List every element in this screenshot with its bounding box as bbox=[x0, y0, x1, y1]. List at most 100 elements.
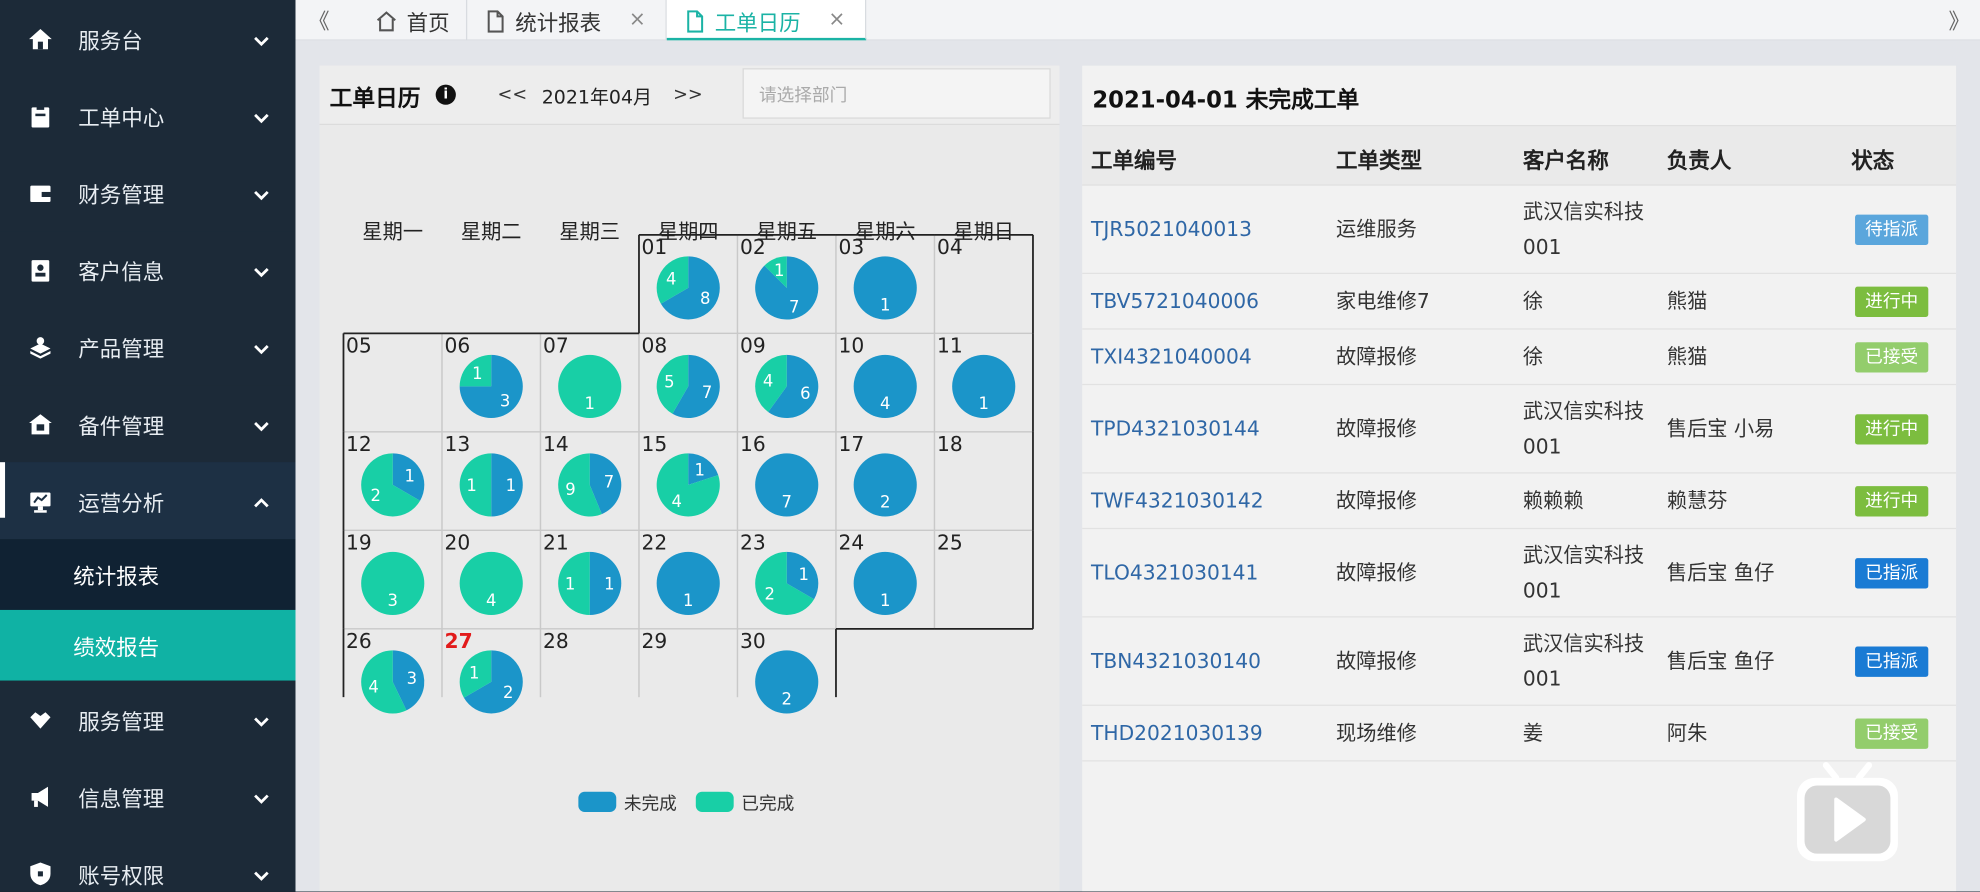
work-order-id-link[interactable]: TLO4321030141 bbox=[1091, 556, 1258, 591]
calendar-day-cell[interactable]: 04 bbox=[934, 235, 1032, 333]
calendar-day-cell[interactable]: 11 1 bbox=[934, 333, 1032, 431]
work-order-id-link[interactable]: TBN4321030140 bbox=[1091, 644, 1261, 679]
customer-name: 001 bbox=[1522, 578, 1562, 603]
sidebar-item-sidebar.items3[interactable]: 客户信息 bbox=[0, 231, 296, 309]
sidebar-item-label: 工单中心 bbox=[78, 106, 165, 132]
work-order-id-link[interactable]: TJR5021040013 bbox=[1091, 212, 1252, 247]
calendar-day-cell[interactable]: 29 bbox=[639, 629, 737, 727]
tab-2[interactable]: 工单日历 × bbox=[666, 0, 867, 41]
calendar-day-cell[interactable]: 15 1 4 bbox=[639, 432, 737, 530]
day-pie-chart: 12 bbox=[361, 453, 425, 517]
calendar-day-cell[interactable]: 18 bbox=[934, 432, 1032, 530]
column-header: 负责人 bbox=[1666, 149, 1732, 175]
calendar-day-cell[interactable]: 03 1 bbox=[836, 235, 934, 333]
pie-label-incomplete: 8 bbox=[700, 289, 710, 308]
work-order-type: 故障报修 bbox=[1336, 560, 1417, 585]
table-row[interactable]: TLO4321030141 故障报修 武汉信实科技 001 售后宝 鱼仔 已指派 bbox=[1082, 529, 1957, 618]
pie-label-incomplete: 1 bbox=[798, 565, 808, 584]
calendar-day-cell[interactable]: 21 1 1 bbox=[540, 530, 638, 628]
sidebar-item-sidebar.items2[interactable]: 财务管理 bbox=[0, 154, 296, 232]
sidebar-item-sidebar.items5[interactable]: 备件管理 bbox=[0, 385, 296, 463]
tab-1[interactable]: 统计报表 × bbox=[467, 0, 667, 41]
customer-name: 赖赖赖 bbox=[1522, 488, 1584, 513]
tab-0[interactable]: 首页 bbox=[359, 0, 468, 41]
sidebar-subitem-0[interactable]: 统计报表 bbox=[0, 539, 296, 610]
calendar-day-cell[interactable]: 13 1 1 bbox=[442, 432, 540, 530]
sidebar-item-sidebar.items6[interactable]: 运营分析 bbox=[0, 462, 296, 540]
work-order-id-link[interactable]: TPD4321030144 bbox=[1091, 412, 1260, 447]
calendar-day-cell[interactable]: 16 7 bbox=[737, 432, 835, 530]
calendar-day-cell[interactable]: 30 2 bbox=[737, 629, 835, 727]
work-order-type: 故障报修 bbox=[1336, 416, 1417, 441]
day-pie-chart: 11 bbox=[459, 453, 523, 517]
tab-label: 首页 bbox=[406, 11, 450, 37]
sidebar-subitem-label: 绩效报告 bbox=[73, 635, 160, 662]
calendar-day-cell[interactable]: 14 7 9 bbox=[540, 432, 638, 530]
day-pie-chart: 4 bbox=[853, 354, 917, 418]
calendar-day-cell[interactable]: 09 6 4 bbox=[737, 333, 835, 431]
sidebar-item-sidebar.items_after2[interactable]: 账号权限 bbox=[0, 834, 296, 892]
table-row[interactable]: TPD4321030144 故障报修 武汉信实科技 001 售后宝 小易 进行中 bbox=[1082, 385, 1957, 474]
calendar-day-cell[interactable]: 05 bbox=[343, 333, 441, 431]
status-badge: 已接受 bbox=[1855, 342, 1929, 373]
table-row[interactable]: TBV5721040006 家电维修7 徐 熊猫 进行中 bbox=[1082, 274, 1957, 330]
column-header: 状态 bbox=[1851, 149, 1895, 175]
calendar-day-cell[interactable]: 07 1 bbox=[540, 333, 638, 431]
calendar-day-cell[interactable]: 06 3 1 bbox=[442, 333, 540, 431]
calendar-day-cell[interactable]: 22 1 bbox=[639, 530, 737, 628]
calendar-day-cell[interactable]: 12 1 2 bbox=[343, 432, 441, 530]
customer-name: 徐 bbox=[1522, 344, 1544, 369]
sidebar-item-label: 备件管理 bbox=[78, 414, 165, 440]
sidebar-item-sidebar.items1[interactable]: 工单中心 bbox=[0, 77, 296, 155]
calendar-day-cell[interactable]: 20 4 bbox=[442, 530, 540, 628]
tab-scroll-left-button[interactable]: 《 bbox=[308, 4, 329, 35]
status-badge: 进行中 bbox=[1855, 414, 1929, 445]
table-row[interactable]: TBN4321030140 故障报修 武汉信实科技 001 售后宝 鱼仔 已指派 bbox=[1082, 618, 1957, 706]
calendar-day-cell[interactable]: 19 3 bbox=[343, 530, 441, 628]
table-row[interactable]: THD2021030139 现场维修 姜 阿朱 已接受 bbox=[1082, 706, 1957, 762]
sidebar-item-sidebar.items0[interactable]: 服务台 bbox=[0, 0, 296, 78]
calendar-day-cell[interactable]: 27 2 1 bbox=[442, 629, 540, 727]
work-order-id-link[interactable]: TWF4321030142 bbox=[1091, 484, 1263, 519]
calendar-day-cell[interactable]: 17 2 bbox=[836, 432, 934, 530]
pie-label-complete: 4 bbox=[368, 678, 378, 697]
table-row[interactable]: TJR5021040013 运维服务 武汉信实科技 001 待指派 bbox=[1082, 186, 1957, 275]
customer-name: 武汉信实科技 bbox=[1522, 631, 1645, 656]
pie-label-complete: 4 bbox=[486, 591, 496, 610]
day-pie-chart: 4 bbox=[459, 551, 523, 615]
table-row[interactable]: TWF4321030142 故障报修 赖赖赖 赖慧芬 进行中 bbox=[1082, 474, 1957, 530]
sidebar-item-label: 财务管理 bbox=[78, 183, 165, 209]
tab-close-icon[interactable]: × bbox=[629, 6, 646, 30]
calendar-day-cell[interactable]: 24 1 bbox=[836, 530, 934, 628]
work-order-id-link[interactable]: TXI4321040004 bbox=[1091, 340, 1252, 375]
pie-label-complete: 2 bbox=[765, 585, 775, 604]
chevron-down-icon bbox=[253, 864, 271, 882]
tab-label: 统计报表 bbox=[515, 11, 602, 37]
tab-scroll-right-button[interactable]: 》 bbox=[1949, 4, 1970, 35]
pie-label-complete: 4 bbox=[763, 372, 773, 391]
handshake-icon bbox=[28, 707, 53, 732]
work-order-id-link[interactable]: TBV5721040006 bbox=[1091, 284, 1259, 319]
warehouse-icon bbox=[28, 411, 53, 436]
chevron-down-icon bbox=[253, 415, 271, 433]
customer-name: 武汉信实科技 bbox=[1522, 543, 1645, 567]
sidebar-item-label: 服务台 bbox=[78, 29, 143, 55]
video-play-button[interactable] bbox=[1793, 760, 1902, 866]
calendar-day-cell[interactable]: 23 1 2 bbox=[737, 530, 835, 628]
sidebar-subitem-1[interactable]: 绩效报告 bbox=[0, 609, 296, 681]
sidebar-item-sidebar.items_after1[interactable]: 信息管理 bbox=[0, 757, 296, 835]
tab-close-icon[interactable]: × bbox=[828, 6, 845, 30]
pie-label-incomplete: 7 bbox=[702, 383, 712, 402]
work-order-id-link[interactable]: THD2021030139 bbox=[1091, 716, 1263, 751]
calendar-day-cell[interactable]: 25 bbox=[934, 530, 1032, 628]
box-icon bbox=[28, 334, 53, 359]
sidebar-item-sidebar.items_after0[interactable]: 服务管理 bbox=[0, 680, 296, 758]
calendar-day-cell[interactable]: 08 7 5 bbox=[639, 333, 737, 431]
calendar-day-cell[interactable]: 26 3 4 bbox=[343, 629, 441, 727]
calendar-day-cell[interactable]: 02 7 1 bbox=[737, 235, 835, 333]
calendar-day-cell[interactable]: 01 8 4 bbox=[639, 235, 737, 333]
table-row[interactable]: TXI4321040004 故障报修 徐 熊猫 已接受 bbox=[1082, 330, 1957, 386]
sidebar-item-sidebar.items4[interactable]: 产品管理 bbox=[0, 308, 296, 386]
calendar-day-cell[interactable]: 10 4 bbox=[836, 333, 934, 431]
calendar-day-cell[interactable]: 28 bbox=[540, 629, 638, 727]
